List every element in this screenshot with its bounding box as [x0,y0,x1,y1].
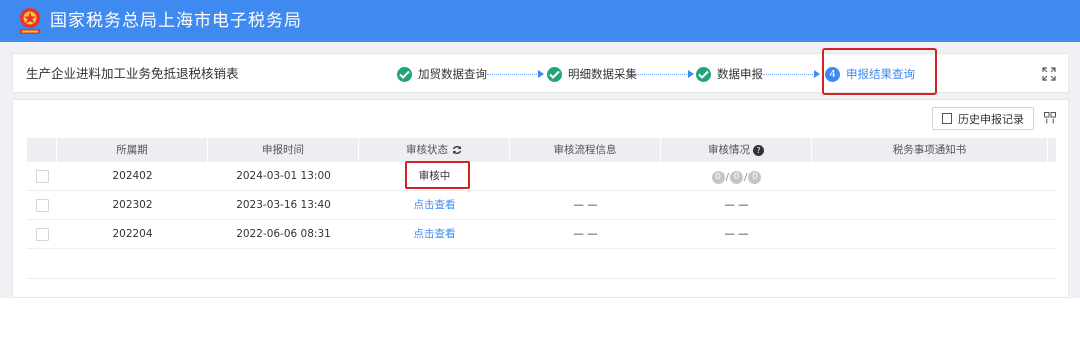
history-records-button[interactable]: 历史申报记录 [932,107,1034,130]
cell-period: 202402 [112,170,153,182]
header-review-situation: 审核情况? [661,138,812,162]
document-icon [942,113,952,124]
top-bar: 国家税务总局上海市电子税务局 [0,0,1080,42]
arrow-right-icon [538,70,544,78]
header-declare-time: 申报时间 [208,138,359,162]
row-checkbox[interactable] [35,227,49,241]
count-circle: 0 [730,171,743,184]
history-records-label: 历史申报记录 [958,112,1024,126]
check-circle-icon [696,66,711,82]
check-circle-icon [547,66,562,82]
separator: / [725,171,729,183]
highlight-box-status [405,161,470,189]
header-review-status: 审核状态 [359,138,510,162]
tax-emblem-icon [20,8,40,34]
help-icon[interactable]: ? [753,144,764,156]
refresh-icon[interactable] [452,145,462,155]
cell-declare-time: 2022-06-06 08:31 [236,228,331,240]
header-tax-notice: 税务事项通知书 [812,138,1048,162]
header-review-flow: 审核流程信息 [510,138,661,162]
step-label: 加贸数据查询 [418,67,487,81]
cell-review-situation: — — [724,228,749,240]
step-label: 数据申报 [717,67,763,81]
row-checkbox[interactable] [35,198,49,212]
row-checkbox[interactable] [35,169,49,183]
results-card: 历史申报记录 所属期 申报时间 审核状态 审核流程信息 审核情况? 税务事项通知… [12,99,1069,298]
review-status-label: 审核状态 [406,144,448,156]
cell-tax-notice [812,162,1048,190]
review-situation-circles: 0/0/0 [711,164,762,192]
cell-review-flow: — — [573,228,598,240]
steps-card: 生产企业进料加工业务免抵退税核销表 加贸数据查询 明细数据采集 数据申报 4 申… [12,48,1069,95]
header-spacer [1048,138,1056,162]
step-connector [487,74,539,75]
table-row: 202302 2023-03-16 13:40 点击查看 — — — — [27,191,1056,220]
table-header: 所属期 申报时间 审核状态 审核流程信息 审核情况? 税务事项通知书 [27,138,1056,162]
fullscreen-icon[interactable] [1042,67,1056,81]
separator: / [744,171,748,183]
header-select [27,138,57,162]
row-select [27,220,57,248]
cell-review-situation[interactable]: 0/0/0 [661,162,812,190]
table-row: 202204 2022-06-06 08:31 点击查看 — — — — [27,220,1056,249]
row-select [27,162,57,190]
empty-row [27,249,1056,279]
step-label: 明细数据采集 [568,67,637,81]
highlight-box-step [822,48,937,95]
arrow-right-icon [814,70,820,78]
cell-tax-notice [812,220,1048,248]
arrow-right-icon [688,70,694,78]
cell-tax-notice [812,191,1048,219]
step-connector [763,74,815,75]
cell-declare-time: 2023-03-16 13:40 [236,199,331,211]
row-select [27,191,57,219]
header-period: 所属期 [57,138,208,162]
view-details-link[interactable]: 点击查看 [359,220,510,248]
step-trade-data-query[interactable]: 加贸数据查询 [397,65,487,83]
page-title: 生产企业进料加工业务免抵退税核销表 [26,66,239,81]
cell-review-situation: — — [724,199,749,211]
cell-period: 202302 [112,199,153,211]
cell-review-flow: — — [573,199,598,211]
check-circle-icon [397,66,412,82]
review-situation-label: 审核情况 [708,144,750,156]
column-settings-icon[interactable] [1044,112,1056,124]
view-details-link[interactable]: 点击查看 [359,191,510,219]
step-connector [636,74,689,75]
results-table: 所属期 申报时间 审核状态 审核流程信息 审核情况? 税务事项通知书 20240… [27,138,1056,279]
count-circle: 0 [711,171,725,184]
step-detail-data-collection[interactable]: 明细数据采集 [547,65,637,83]
count-circle: 0 [748,171,762,184]
site-title: 国家税务总局上海市电子税务局 [50,11,302,31]
step-data-declaration[interactable]: 数据申报 [696,65,763,83]
cell-declare-time: 2024-03-01 13:00 [236,170,331,182]
cell-review-flow [510,162,661,190]
table-row: 202402 2024-03-01 13:00 审核中 0/0/0 [27,161,1056,191]
cell-period: 202204 [112,228,153,240]
